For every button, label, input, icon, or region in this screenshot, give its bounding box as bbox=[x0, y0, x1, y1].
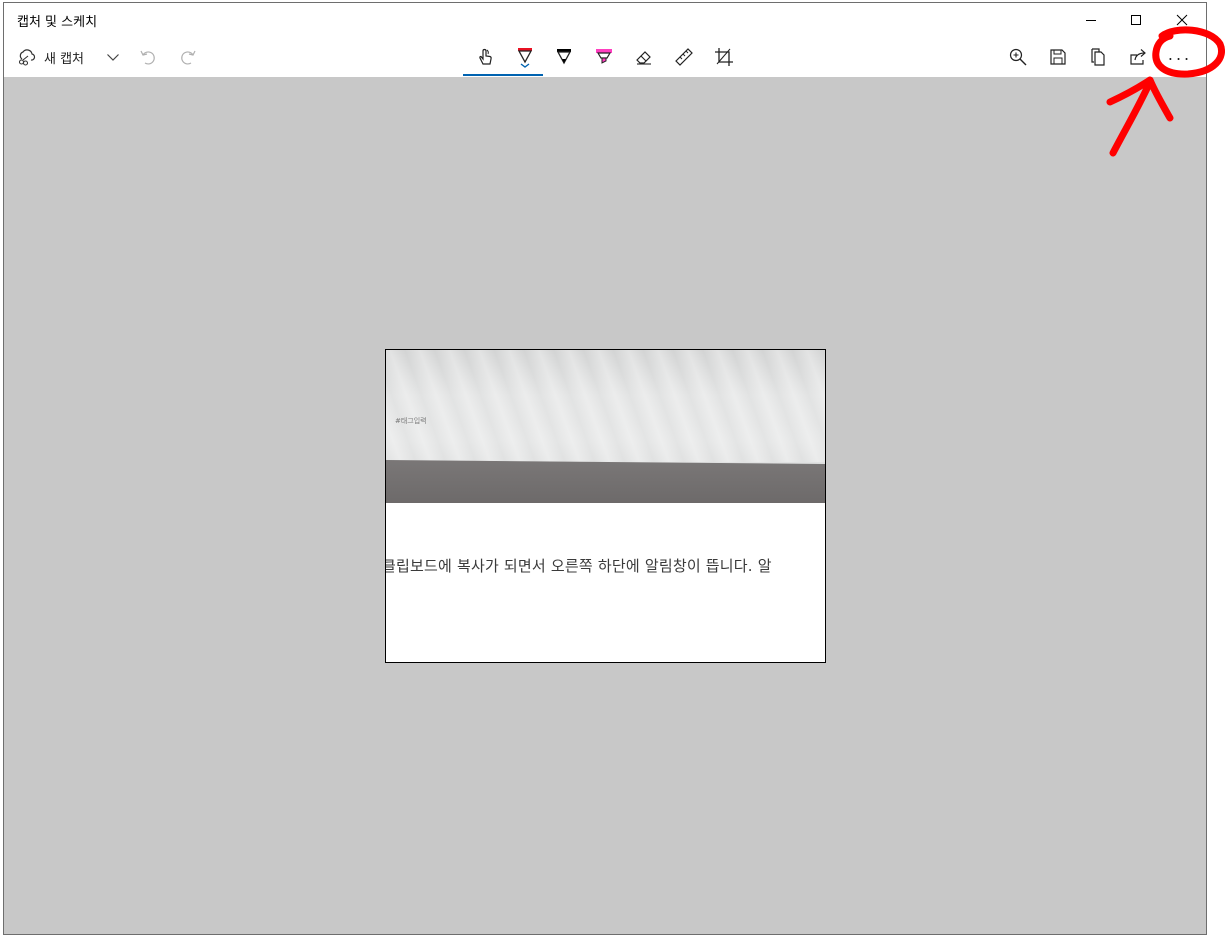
captured-image[interactable]: #태그입력 클립보드에 복사가 되면서 오른쪽 하단에 알림창이 뜹니다. 알 bbox=[385, 349, 826, 663]
ruler-icon bbox=[675, 48, 693, 66]
new-capture-icon bbox=[18, 49, 36, 66]
minimize-icon bbox=[1086, 20, 1096, 21]
touch-writing-button[interactable] bbox=[471, 41, 499, 73]
share-button[interactable] bbox=[1124, 41, 1152, 73]
ballpoint-pen-button[interactable] bbox=[510, 41, 540, 73]
more-icon: ... bbox=[1167, 44, 1193, 64]
captured-text: 클립보드에 복사가 되면서 오른쪽 하단에 알림창이 뜹니다. 알 bbox=[385, 557, 772, 575]
snip-sketch-window: 캡처 및 스케치 새 캡처 ... #태그입력 클립보드에 복사가 되면서 오른… bbox=[3, 2, 1207, 935]
close-icon bbox=[1176, 14, 1188, 26]
selected-tool-indicator bbox=[463, 74, 543, 76]
photo-dark-band bbox=[386, 460, 825, 503]
zoom-icon bbox=[1009, 48, 1027, 66]
redo-icon bbox=[181, 50, 196, 65]
minimize-button[interactable] bbox=[1068, 3, 1114, 37]
new-capture-dropdown[interactable] bbox=[102, 41, 124, 73]
highlighter-button[interactable] bbox=[590, 41, 618, 73]
eraser-icon bbox=[636, 51, 651, 65]
undo-icon bbox=[140, 50, 155, 65]
copy-button[interactable] bbox=[1084, 41, 1112, 73]
new-capture-label: 새 캡처 bbox=[44, 51, 85, 67]
crop-icon bbox=[715, 48, 733, 66]
captured-photo: #태그입력 bbox=[386, 350, 825, 503]
photo-tag-text: #태그입력 bbox=[395, 417, 427, 425]
toolbar: 새 캡처 ... bbox=[4, 37, 1206, 77]
eraser-button[interactable] bbox=[630, 41, 658, 73]
pencil-button[interactable] bbox=[550, 41, 578, 73]
photo-light-rays bbox=[386, 350, 825, 462]
share-icon bbox=[1130, 49, 1146, 65]
touch-writing-icon bbox=[479, 48, 492, 65]
title-bar[interactable]: 캡처 및 스케치 bbox=[4, 3, 1206, 37]
save-icon bbox=[1050, 49, 1066, 65]
chevron-down-icon bbox=[107, 54, 119, 61]
copy-icon bbox=[1091, 48, 1105, 66]
close-button[interactable] bbox=[1159, 3, 1205, 37]
zoom-button[interactable] bbox=[1004, 41, 1032, 73]
undo-button[interactable] bbox=[136, 41, 160, 73]
ruler-button[interactable] bbox=[670, 41, 698, 73]
new-capture-button[interactable]: 새 캡처 bbox=[16, 41, 96, 73]
canvas-area: #태그입력 클립보드에 복사가 되면서 오른쪽 하단에 알림창이 뜹니다. 알 bbox=[4, 77, 1206, 934]
ballpoint-pen-icon bbox=[517, 48, 533, 68]
window-title: 캡처 및 스케치 bbox=[17, 15, 98, 30]
highlighter-icon bbox=[596, 49, 612, 64]
pencil-icon bbox=[556, 49, 572, 65]
redo-button[interactable] bbox=[176, 41, 200, 73]
maximize-icon bbox=[1131, 15, 1141, 25]
save-button[interactable] bbox=[1044, 41, 1072, 73]
more-options-button[interactable]: ... bbox=[1164, 41, 1196, 73]
maximize-button[interactable] bbox=[1113, 3, 1159, 37]
crop-button[interactable] bbox=[710, 41, 738, 73]
